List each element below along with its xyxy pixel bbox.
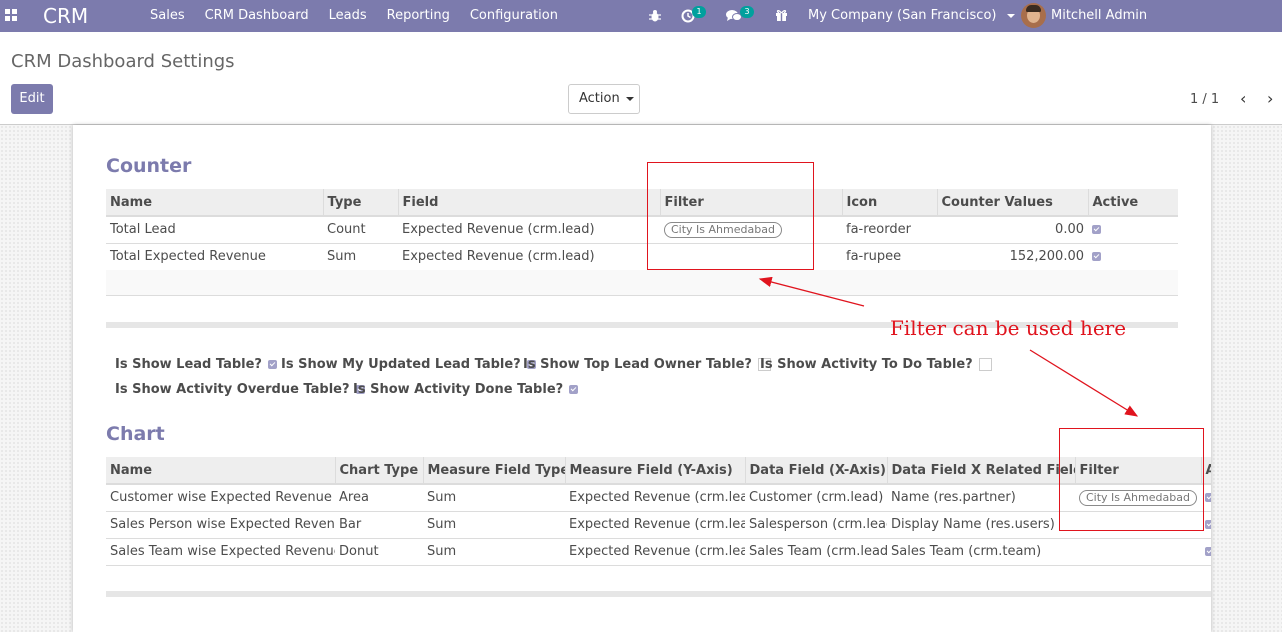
annotation-arrows [758,276,1139,417]
arrow-to-chart-filter [1029,349,1139,417]
arrow-to-counter-filter [758,276,865,307]
